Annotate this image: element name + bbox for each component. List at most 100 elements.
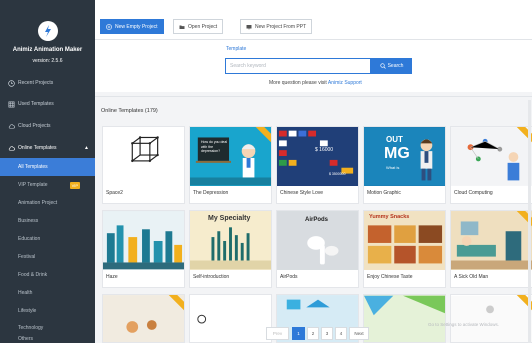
vip-badge: VIP xyxy=(69,181,81,189)
template-card-cloud-computing[interactable]: Cloud Computing xyxy=(450,126,532,204)
template-title: Cloud Computing xyxy=(454,190,493,196)
template-card-airpods[interactable]: AirPods AirPods xyxy=(276,210,359,288)
thumb-text: $ 3500000 xyxy=(329,172,346,176)
grid-icon xyxy=(8,101,15,108)
search-button[interactable]: Search xyxy=(371,58,412,74)
clock-icon xyxy=(8,79,15,87)
pagination-page-2[interactable]: 2 xyxy=(307,327,319,340)
template-card-space2[interactable]: Space2 xyxy=(102,126,185,204)
template-thumbnail: $ 16000 $ 3500000 xyxy=(277,127,358,186)
template-title: Self-introduction xyxy=(193,274,230,280)
cube-illustration xyxy=(131,136,159,163)
sidebar-subitem-animation-project[interactable]: Animation Project xyxy=(0,194,95,212)
template-title: Space2 xyxy=(106,190,123,196)
template-title: The Depression xyxy=(193,190,229,196)
template-card-haze[interactable]: Haze xyxy=(102,210,185,288)
new-empty-project-button[interactable]: New Empty Project xyxy=(100,19,164,34)
template-thumbnail xyxy=(451,127,532,186)
cloud-icon xyxy=(8,123,15,130)
pagination-page-4[interactable]: 4 xyxy=(335,327,347,340)
template-card[interactable] xyxy=(363,294,446,343)
windows-activation-watermark: Go to Settings to activate Windows. xyxy=(428,322,500,327)
template-title: AirPods xyxy=(280,274,298,280)
template-illustration xyxy=(190,295,271,342)
search-input[interactable] xyxy=(225,58,371,74)
template-card-the-depression[interactable]: How do you deal with the depression? The… xyxy=(189,126,272,204)
template-illustration xyxy=(103,295,184,342)
support-hint: More question please visit Animiz Suppor… xyxy=(269,80,362,86)
template-card-self-introduction[interactable]: My Specialty Self-introduction xyxy=(189,210,272,288)
pagination-page-1[interactable]: 1 xyxy=(292,327,305,340)
template-thumbnail xyxy=(451,295,532,342)
sidebar-subitem-all-templates[interactable]: All Templates xyxy=(0,158,95,176)
pagination-next-button[interactable]: Next xyxy=(349,327,369,340)
template-card[interactable] xyxy=(189,294,272,343)
thumb-text: OUT xyxy=(386,135,403,144)
template-card[interactable] xyxy=(450,294,532,343)
sidebar-item-recent-projects[interactable]: Recent Projects xyxy=(0,74,95,92)
template-thumbnail xyxy=(103,295,184,342)
template-thumbnail: OUT MG What is xyxy=(364,127,445,186)
template-card-enjoy-chinese-taste[interactable]: Yummy Snacks Enjoy Chinese Taste xyxy=(363,210,446,288)
chinese-style-illustration xyxy=(277,127,358,186)
app-version: version: 2.5.6 xyxy=(32,58,63,64)
sidebar-item-used-templates[interactable]: Used Templates xyxy=(0,95,95,113)
thumb-text: $ 16000 xyxy=(315,147,334,153)
toolbar: New Empty Project Open Project New Proje… xyxy=(95,0,532,40)
new-project-from-ppt-button[interactable]: New Project From PPT xyxy=(240,19,313,34)
template-thumbnail xyxy=(364,295,445,342)
ppt-icon xyxy=(246,24,252,30)
template-card-motion-graphic[interactable]: OUT MG What is Motion Graphic xyxy=(363,126,446,204)
sick-old-man-illustration xyxy=(451,211,532,270)
divider xyxy=(95,96,532,97)
plus-circle-icon xyxy=(106,23,112,30)
sidebar-subitem-education[interactable]: Education xyxy=(0,230,95,248)
sidebar-item-label: Used Templates xyxy=(18,101,54,107)
search-label: Template xyxy=(226,46,247,52)
template-thumbnail xyxy=(103,127,184,186)
sidebar-subitem-others[interactable]: Others xyxy=(0,334,95,343)
section-title: Online Templates (179) xyxy=(101,108,158,114)
sidebar-item-label: Recent Projects xyxy=(18,80,54,86)
template-title: Haze xyxy=(106,274,118,280)
app-logo-icon xyxy=(38,21,58,41)
search-icon xyxy=(379,63,386,69)
template-thumbnail xyxy=(190,295,271,342)
sidebar-subitem-lifestyle[interactable]: Lifestyle xyxy=(0,302,95,320)
caret-up-icon: ▲ xyxy=(84,145,89,151)
template-illustration xyxy=(451,295,532,342)
sidebar-subitem-business[interactable]: Business xyxy=(0,212,95,230)
sidebar-item-label: Cloud Projects xyxy=(18,123,51,129)
thumb-text: Yummy Snacks xyxy=(369,214,410,220)
pagination-prev-button[interactable]: Prev xyxy=(266,327,289,340)
haze-illustration xyxy=(103,211,184,270)
sidebar-subitem-vip-template[interactable]: VIP Template VIP xyxy=(0,176,95,194)
template-thumbnail xyxy=(103,211,184,270)
sidebar-subitem-festival[interactable]: Festival xyxy=(0,248,95,266)
app-title: Animiz Animation Maker xyxy=(12,47,83,53)
template-card-chinese-style-love[interactable]: $ 16000 $ 3500000 Chinese Style Love xyxy=(276,126,359,204)
pagination-page-3[interactable]: 3 xyxy=(321,327,333,340)
sidebar: Animiz Animation Maker version: 2.5.6 Re… xyxy=(0,0,95,343)
sidebar-subitem-food-drink[interactable]: Food & Drink xyxy=(0,266,95,284)
template-search-panel: Template Search More question please vis… xyxy=(95,40,532,92)
template-title: Chinese Style Love xyxy=(280,190,324,196)
open-project-button[interactable]: Open Project xyxy=(173,19,224,34)
template-illustration xyxy=(364,295,445,342)
sidebar-subitem-health[interactable]: Health xyxy=(0,284,95,302)
template-card[interactable] xyxy=(102,294,185,343)
thumb-text: What is xyxy=(386,165,400,170)
template-title: Motion Graphic xyxy=(367,190,401,196)
sidebar-item-cloud-projects[interactable]: Cloud Projects xyxy=(0,117,95,135)
cloud-computing-illustration xyxy=(451,127,532,186)
folder-icon xyxy=(179,24,185,30)
cloud-icon xyxy=(8,145,15,152)
template-card-a-sick-old-man[interactable]: A Sick Old Man xyxy=(450,210,532,288)
template-thumbnail: AirPods xyxy=(277,211,358,270)
template-thumbnail: Yummy Snacks xyxy=(364,211,445,270)
scrollbar[interactable] xyxy=(528,100,531,343)
template-title: A Sick Old Man xyxy=(454,274,489,280)
animiz-support-link[interactable]: Animiz Support xyxy=(328,80,362,86)
depression-illustration xyxy=(190,127,271,186)
sidebar-item-online-templates[interactable]: Online Templates ▲ xyxy=(0,139,95,157)
